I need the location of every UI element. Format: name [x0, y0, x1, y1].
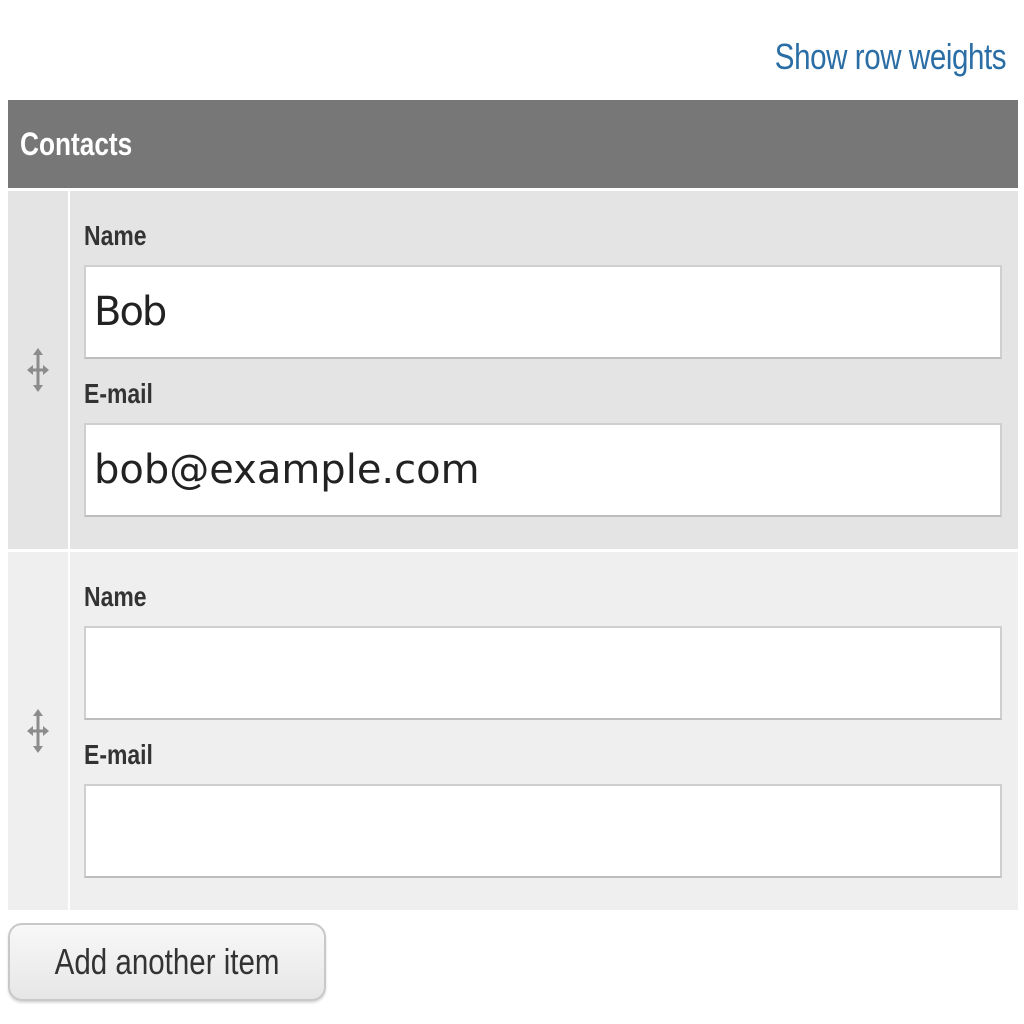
row-fields: Name E-mail [70, 552, 1018, 910]
email-field[interactable] [84, 423, 1002, 517]
email-field-label: E-mail [84, 378, 153, 409]
email-field[interactable] [84, 784, 1002, 878]
table-header: Contacts [8, 100, 1018, 188]
drag-handle-cell [8, 552, 70, 910]
drag-handle-icon[interactable] [25, 348, 51, 392]
table-row: Name E-mail [8, 549, 1018, 910]
add-another-item-label: Add another item [54, 941, 280, 982]
table-row: Name E-mail [8, 188, 1018, 549]
name-field[interactable] [84, 626, 1002, 720]
row-fields: Name E-mail [70, 191, 1018, 549]
show-row-weights-link[interactable]: Show row weights [775, 36, 1007, 78]
name-field-label: Name [84, 220, 147, 251]
email-field-label: E-mail [84, 739, 153, 770]
drag-handle-icon[interactable] [25, 709, 51, 753]
name-field[interactable] [84, 265, 1002, 359]
drag-handle-cell [8, 191, 70, 549]
contacts-table: Contacts Name E-mail [8, 100, 1018, 910]
table-header-title: Contacts [20, 125, 133, 162]
name-field-label: Name [84, 581, 147, 612]
add-another-item-button[interactable]: Add another item [8, 923, 327, 1001]
page: Show row weights Contacts Name Bob E-mai… [0, 0, 1024, 1024]
